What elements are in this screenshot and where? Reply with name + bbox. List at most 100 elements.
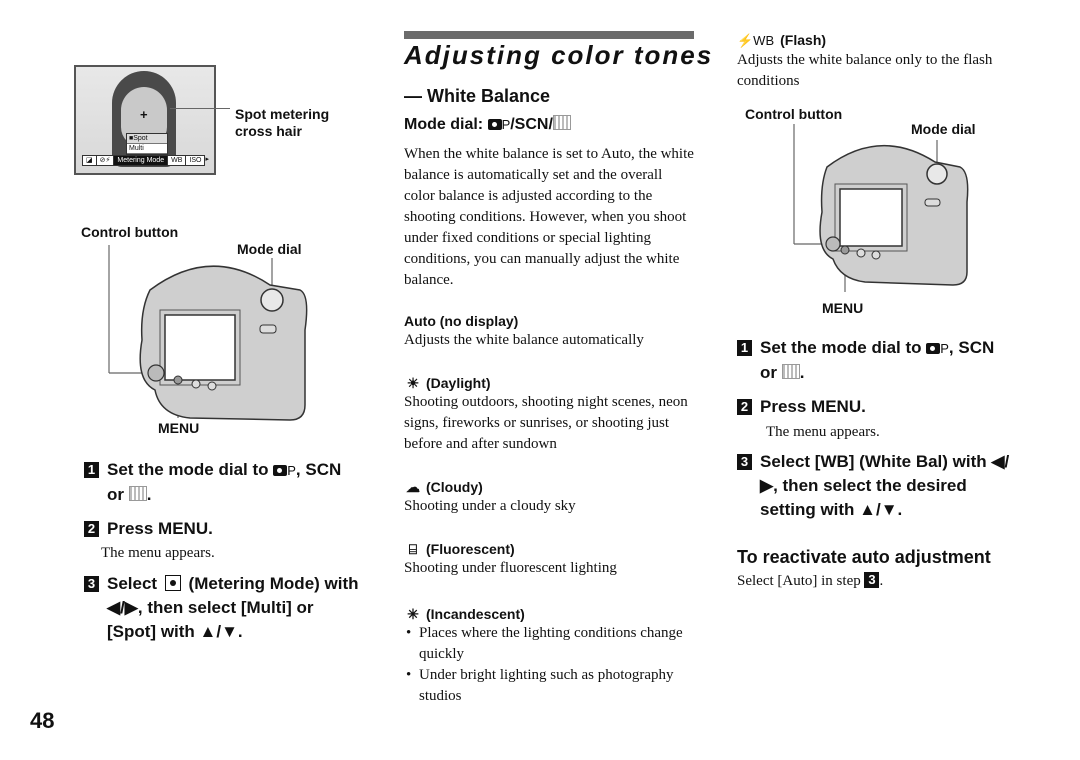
reactivate-text: Select [Auto] in step 3.: [737, 571, 883, 592]
callout-line: [170, 108, 230, 109]
step-2-result: The menu appears.: [766, 424, 880, 440]
metering-options-menu: ■Spot Multi: [126, 133, 168, 155]
camera-illustration-left: [108, 245, 308, 421]
wb-item-desc: Adjusts the white balance only to the fl…: [737, 52, 993, 89]
intro-paragraph: When the white balance is set to Auto, t…: [404, 146, 694, 288]
wb-item-desc: Shooting under fluorescent lighting: [404, 560, 617, 576]
step-2-result: The menu appears.: [101, 545, 215, 561]
reactivate-heading: To reactivate auto adjustment: [737, 547, 991, 567]
step-text: Set the mode dial to: [107, 460, 274, 479]
menu-tab-iso: ISO: [185, 155, 206, 166]
wb-item-fluorescent: ⌸ (Fluorescent) Shooting under fluorescen…: [404, 540, 696, 579]
step-text: or: [107, 485, 129, 504]
control-button-label: Control button: [745, 106, 843, 122]
step-number: 3: [84, 576, 99, 592]
movie-mode-icon: [552, 115, 571, 130]
menu-option-multi: Multi: [127, 144, 167, 154]
camera-button: [856, 248, 866, 258]
bullet-item: Under bright lighting such as photograph…: [404, 665, 696, 707]
mode-dial: [260, 288, 284, 312]
step-text: Press MENU.: [760, 397, 866, 416]
wb-item-label: (Incandescent): [426, 606, 525, 622]
zoom-lever: [259, 324, 277, 334]
cloudy-icon: ☁: [406, 479, 420, 495]
step-3: 3 Select (Metering Mode) with ◀/▶, then s…: [84, 572, 384, 644]
menu-button: [173, 375, 183, 385]
wb-item-label: (Fluorescent): [426, 541, 515, 557]
camera-button: [871, 250, 881, 260]
movie-mode-icon: [128, 486, 147, 501]
camera-lcd: [164, 314, 236, 381]
menu-label: MENU: [822, 300, 864, 316]
lcd-screen-illustration: + ■Spot Multi ◪ ⊘⚡ Metering Mode WB ISO …: [74, 65, 216, 175]
exposure-icon: ◪: [82, 155, 97, 166]
step-2: 2 Press MENU.: [737, 395, 866, 419]
camera-button: [191, 379, 201, 389]
camera-mode-icon: [273, 465, 288, 476]
wb-item-label: (Flash): [780, 32, 827, 48]
menu-button: [840, 245, 850, 255]
step-text: ▶, then select the desired: [760, 476, 967, 495]
step-number: 1: [84, 462, 99, 478]
wb-item-desc: Adjusts the white balance automatically: [404, 332, 644, 348]
camera-illustration-right: [793, 124, 969, 292]
control-button: [147, 364, 165, 382]
incandescent-bullets: Places where the lighting conditions cha…: [404, 623, 696, 707]
section-header-bar: [404, 31, 694, 39]
step-text: Select [WB] (White Bal) with ◀/: [760, 452, 1010, 471]
control-button: [825, 236, 841, 252]
step-text: setting with ▲/▼.: [760, 500, 903, 519]
iso-flash-icon: ⊘⚡: [95, 155, 115, 166]
camera-mode-icon: [487, 119, 502, 130]
program-mode-label: P: [501, 117, 511, 132]
camera-button: [207, 381, 217, 391]
step-text: Select: [107, 574, 162, 593]
step-text: ◀/▶, then select [Multi] or: [107, 598, 314, 617]
step-2: 2 Press MENU.: [84, 517, 213, 541]
step-text: (Metering Mode) with: [183, 574, 359, 593]
wb-item-daylight: ☀ (Daylight) Shooting outdoors, shooting …: [404, 374, 696, 455]
page-number: 48: [30, 708, 55, 733]
menu-tab-wb: WB: [167, 155, 187, 166]
step-text: .: [146, 485, 152, 504]
wb-item-cloudy: ☁ (Cloudy) Shooting under a cloudy sky: [404, 478, 696, 517]
incandescent-icon: ✳: [407, 606, 419, 622]
section-subtitle: — White Balance: [404, 86, 551, 106]
fluorescent-icon: ⌸: [408, 541, 418, 557]
wb-item-label: (Cloudy): [426, 479, 483, 495]
menu-tab-metering-mode: Metering Mode: [113, 155, 169, 166]
wb-item-desc: Shooting outdoors, shooting night scenes…: [404, 394, 688, 452]
camera-mode-icon: [926, 343, 941, 354]
program-mode-label: P: [940, 341, 949, 356]
wb-item-incandescent: ✳ (Incandescent) Places where the lightin…: [404, 605, 696, 707]
step-text: [Spot] with ▲/▼.: [107, 622, 243, 641]
bullet-item: Places where the lighting conditions cha…: [404, 623, 696, 665]
lcd-menu-bar: ◪ ⊘⚡ Metering Mode WB ISO ▸: [82, 155, 209, 166]
crosshair-icon: +: [140, 107, 148, 122]
flash-wb-icon: ⚡WB: [737, 33, 775, 48]
wb-item-desc: Shooting under a cloudy sky: [404, 498, 576, 514]
program-mode-label: P: [287, 463, 296, 478]
menu-label: MENU: [158, 420, 200, 436]
reactivate-text-part: .: [879, 573, 884, 589]
mode-dial-heading: Mode dial: P/SCN/: [404, 115, 571, 135]
spot-metering-callout: Spot metering cross hair: [235, 106, 330, 139]
step-number: 3: [737, 454, 752, 470]
page-title: Adjusting color tones: [404, 40, 714, 70]
reactivate-text-part: Select [Auto] in step: [737, 573, 865, 589]
step-reference: 3: [864, 572, 880, 588]
wb-item-auto: Auto (no display) Adjusts the white bala…: [404, 312, 696, 351]
zoom-lever: [924, 198, 941, 207]
movie-mode-icon: [781, 364, 800, 379]
wb-item-label: Auto (no display): [404, 313, 519, 329]
step-number: 1: [737, 340, 752, 356]
step-1: 1 Set the mode dial to P, SCN or .: [737, 336, 1037, 385]
step-text: , SCN: [948, 338, 995, 357]
step-number: 2: [84, 521, 99, 537]
menu-option-spot: ■Spot: [127, 134, 167, 144]
step-3: 3 Select [WB] (White Bal) with ◀/ ▶, then…: [737, 450, 1047, 522]
chevron-right-icon: ▸: [205, 156, 209, 163]
camera-lcd: [839, 188, 903, 247]
control-button-label: Control button: [81, 224, 179, 240]
step-number: 2: [737, 399, 752, 415]
